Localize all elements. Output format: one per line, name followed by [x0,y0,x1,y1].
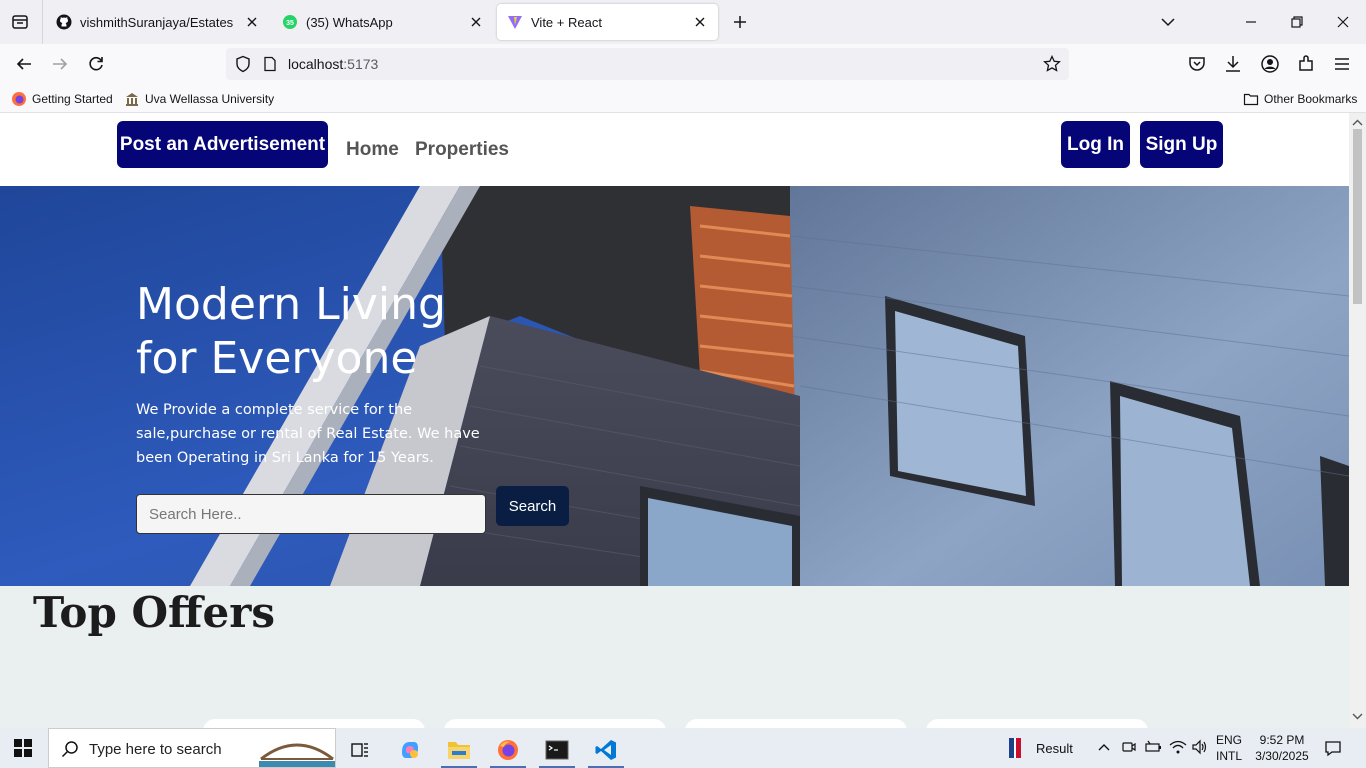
scrollbar-thumb[interactable] [1353,129,1362,304]
page-icon[interactable] [262,56,278,72]
hero-description: We Provide a complete service for the sa… [136,402,480,466]
windows-start-icon[interactable] [14,739,32,760]
offer-card[interactable] [926,719,1148,728]
account-icon[interactable] [1258,52,1282,76]
reload-icon[interactable] [84,52,108,76]
hero-title-line-2: for Everyone [136,333,418,384]
firefox-icon [11,91,27,107]
whatsapp-icon: 35 [282,14,298,30]
bookmark-getting-started[interactable]: Getting Started [11,91,113,107]
top-offers-heading: Top Offers [33,588,275,637]
forward-arrow-icon[interactable] [48,52,72,76]
file-explorer-icon[interactable] [437,732,481,768]
svg-text:35: 35 [286,20,294,27]
tab-title: Vite + React [531,14,602,30]
extensions-icon[interactable] [1294,52,1318,76]
github-icon [56,14,72,30]
restore-icon[interactable] [1285,10,1309,34]
clock[interactable]: 9:52 PM 3/30/2025 [1255,732,1309,764]
clock-date: 3/30/2025 [1255,749,1309,763]
close-tab-icon[interactable] [468,14,484,30]
hero-banner: Modern Living for Everyone We Provide a … [0,186,1349,586]
url-port: :5173 [343,56,379,72]
shield-icon[interactable] [234,55,252,73]
meet-now-icon[interactable] [1121,739,1137,758]
tab-separator [42,0,43,44]
keyboard-layout: INTL [1216,749,1243,763]
menu-icon[interactable] [1330,52,1354,76]
bookmarks-toolbar: Getting Started Uva Wellassa University … [0,84,1366,113]
terminal-icon[interactable] [535,732,579,768]
hero-title-line-1: Modern Living [136,279,446,330]
tab-vite-react[interactable]: Vite + React [497,4,718,40]
tab-github[interactable]: vishmithSuranjaya/Estates [46,4,270,40]
offer-card[interactable] [444,719,666,728]
harbour-bridge-icon [259,735,335,768]
nav-home-link[interactable]: Home [346,139,399,161]
taskbar-search-box[interactable]: Type here to search [48,728,336,768]
tab-whatsapp[interactable]: 35 (35) WhatsApp [272,4,494,40]
tab-list-icon[interactable] [8,10,32,34]
hero-text-block: Modern Living for Everyone We Provide a … [136,278,516,470]
close-tab-icon[interactable] [244,14,260,30]
post-advertisement-button[interactable]: Post an Advertisement [117,121,328,168]
taskbar-search-placeholder: Type here to search [89,741,222,758]
address-bar[interactable]: localhost:5173 [226,48,1069,80]
notification-icon[interactable] [1324,739,1342,760]
battery-icon[interactable] [1144,739,1162,758]
pocket-icon[interactable] [1185,52,1209,76]
search-icon [61,740,79,761]
folder-icon [1243,91,1259,107]
search-button[interactable]: Search [496,486,569,526]
vite-icon [507,14,523,30]
nav-properties-link[interactable]: Properties [415,139,509,161]
bookmark-label: Uva Wellassa University [145,92,275,106]
offer-card[interactable] [685,719,907,728]
chevron-down-icon[interactable] [1156,10,1180,34]
result-label[interactable]: Result [1036,741,1073,756]
other-bookmarks-folder[interactable]: Other Bookmarks [1243,91,1357,107]
browser-tab-bar: vishmithSuranjaya/Estates 35 (35) WhatsA… [0,0,1366,44]
chevron-up-icon[interactable] [1097,741,1111,756]
nba-icon[interactable] [1009,738,1021,761]
task-view-icon[interactable] [338,732,382,768]
page-viewport: Post an Advertisement Home Properties Lo… [0,113,1349,728]
language-indicator[interactable]: ENG INTL [1216,732,1242,764]
university-icon [124,91,140,107]
language-code: ENG [1216,733,1243,747]
new-tab-icon[interactable] [728,10,752,34]
windows-taskbar: Type here to search Result ENG INTL 9:52… [0,728,1366,768]
page-scrollbar[interactable] [1349,113,1366,728]
back-arrow-icon[interactable] [12,52,36,76]
bookmark-star-icon[interactable] [1043,54,1061,73]
volume-icon[interactable] [1191,739,1209,758]
bookmark-label: Getting Started [32,92,113,106]
tab-title: vishmithSuranjaya/Estates [80,14,234,30]
firefox-taskbar-icon[interactable] [486,732,530,768]
tab-title: (35) WhatsApp [306,14,393,30]
signup-button[interactable]: Sign Up [1140,121,1223,168]
site-header: Post an Advertisement Home Properties Lo… [0,113,1349,186]
offer-card[interactable] [203,719,425,728]
close-tab-icon[interactable] [692,14,708,30]
vscode-icon[interactable] [584,732,628,768]
minimize-icon[interactable] [1239,10,1263,34]
close-window-icon[interactable] [1331,10,1355,34]
clock-time: 9:52 PM [1259,733,1305,747]
hero-title: Modern Living for Everyone [136,278,516,386]
url-text[interactable]: localhost:5173 [288,56,378,72]
login-button[interactable]: Log In [1061,121,1130,168]
scroll-down-arrow-icon[interactable] [1352,708,1363,726]
search-input[interactable]: Search Here.. [136,494,486,534]
other-bookmarks-label: Other Bookmarks [1264,92,1358,106]
wifi-icon[interactable] [1169,739,1187,758]
download-icon[interactable] [1221,52,1245,76]
bookmark-uva-wellassa[interactable]: Uva Wellassa University [124,91,274,107]
copilot-icon[interactable] [388,732,432,768]
url-host: localhost [288,56,344,72]
